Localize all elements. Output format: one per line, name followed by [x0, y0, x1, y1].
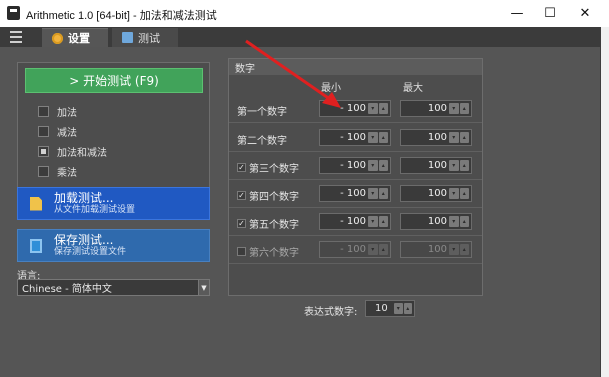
row-checkbox[interactable]: ✓ — [237, 191, 246, 200]
numbers-panel-header: 数字 — [229, 59, 482, 75]
chevron-down-icon[interactable]: ▼ — [198, 280, 209, 295]
document-icon — [30, 196, 42, 211]
max-spinbox[interactable]: 100 ▾ ▴ — [400, 185, 472, 202]
number-row-4: ✓ 第四个数字 - 100 ▾ ▴ 100 ▾ ▴ — [229, 180, 482, 208]
checkbox[interactable] — [38, 125, 49, 137]
option-label: 加法和减法 — [57, 147, 107, 159]
language-value: Chinese - 简体中文 — [22, 284, 112, 295]
max-spinbox[interactable]: 100 ▾ ▴ — [400, 241, 472, 258]
number-row-6: 第六个数字 - 100 ▾ ▴ 100 ▾ ▴ — [229, 236, 482, 264]
gear-icon — [52, 32, 63, 44]
main-window: 设置 测试 > 开始测试 (F9) 加法 减法 加法和减法 乘法 加载测试... — [0, 27, 601, 377]
column-header-min: 最小 — [321, 83, 341, 94]
row-label: 第一个数字 — [237, 107, 287, 118]
column-header-max: 最大 — [403, 83, 423, 94]
min-spinbox[interactable]: - 100 ▾ ▴ — [319, 185, 391, 202]
min-spinbox[interactable]: - 100 ▾ ▴ — [319, 241, 391, 258]
option-label: 加法 — [57, 107, 77, 119]
window-edge — [601, 27, 609, 377]
tab-settings-label: 设置 — [68, 32, 90, 45]
min-spinbox[interactable]: - 100 ▾ ▴ — [319, 213, 391, 230]
save-test-title: 保存测试... — [54, 233, 114, 247]
number-row-5: ✓ 第五个数字 - 100 ▾ ▴ 100 ▾ ▴ — [229, 208, 482, 236]
max-spinbox[interactable]: 100 ▾ ▴ — [400, 157, 472, 174]
option-addition[interactable]: 加法 — [38, 104, 77, 119]
numbers-panel: 数字 最小 最大 第一个数字 - 100 ▾ ▴ 100 ▾ ▴ 第二个数字 - 100… — [228, 58, 483, 318]
checkbox[interactable] — [38, 145, 49, 157]
option-label: 减法 — [57, 127, 77, 139]
min-spinbox[interactable]: - 100 ▾ ▴ — [319, 129, 391, 146]
number-row-1: 第一个数字 - 100 ▾ ▴ 100 ▾ ▴ — [229, 95, 482, 123]
operation-options-panel: > 开始测试 (F9) 加法 减法 加法和减法 乘法 — [17, 62, 210, 206]
window-title: Arithmetic 1.0 [64-bit] - 加法和减法测试 — [26, 10, 217, 22]
option-multiplication[interactable]: 乘法 — [38, 164, 77, 179]
load-test-button[interactable]: 加载测试... 从文件加载测试设置 — [17, 187, 210, 220]
option-add-and-subtract[interactable]: 加法和减法 — [38, 144, 107, 159]
checkbox[interactable] — [38, 165, 49, 177]
row-label: 第六个数字 — [249, 248, 299, 259]
option-label: 乘法 — [57, 167, 77, 179]
option-subtraction[interactable]: 减法 — [38, 124, 77, 139]
row-checkbox[interactable] — [237, 247, 246, 256]
close-button[interactable]: ✕ — [565, 0, 605, 27]
row-label: 第三个数字 — [249, 164, 299, 175]
save-test-button[interactable]: 保存测试... 保存测试设置文件 — [17, 229, 210, 262]
title-bar: Arithmetic 1.0 [64-bit] - 加法和减法测试 — ☐ ✕ — [0, 0, 609, 27]
number-row-2: 第二个数字 - 100 ▾ ▴ 100 ▾ ▴ — [229, 124, 482, 152]
checkbox[interactable] — [38, 105, 49, 117]
load-test-subtitle: 从文件加载测试设置 — [54, 205, 136, 215]
expression-count-label: 表达式数字: — [304, 307, 358, 318]
load-test-title: 加载测试... — [54, 191, 114, 205]
row-label: 第四个数字 — [249, 192, 299, 203]
row-checkbox[interactable]: ✓ — [237, 219, 246, 228]
row-checkbox[interactable]: ✓ — [237, 163, 246, 172]
save-icon — [30, 238, 42, 253]
save-test-subtitle: 保存测试设置文件 — [54, 247, 127, 257]
tab-test[interactable]: 测试 — [112, 28, 178, 47]
number-row-3: ✓ 第三个数字 - 100 ▾ ▴ 100 ▾ ▴ — [229, 152, 482, 180]
tab-test-label: 测试 — [138, 31, 160, 45]
start-test-button[interactable]: > 开始测试 (F9) — [25, 68, 203, 93]
max-spinbox[interactable]: 100 ▾ ▴ — [400, 213, 472, 230]
max-spinbox[interactable]: 100 ▾ ▴ — [400, 129, 472, 146]
min-spinbox[interactable]: - 100 ▾ ▴ — [319, 157, 391, 174]
app-icon — [7, 6, 20, 20]
row-label: 第二个数字 — [237, 136, 287, 147]
max-spinbox[interactable]: 100 ▾ ▴ — [400, 100, 472, 117]
tab-bar: 设置 测试 — [0, 27, 601, 47]
maximize-button[interactable]: ☐ — [530, 0, 570, 27]
calculator-icon — [122, 32, 133, 43]
tab-settings[interactable]: 设置 — [42, 28, 108, 47]
hamburger-menu-icon[interactable] — [10, 31, 22, 43]
language-select[interactable]: Chinese - 简体中文 ▼ — [17, 279, 210, 296]
row-label: 第五个数字 — [249, 220, 299, 231]
expression-count-spinbox[interactable]: 10 ▾ ▴ — [365, 300, 415, 317]
min-spinbox[interactable]: - 100 ▾ ▴ — [319, 100, 391, 117]
